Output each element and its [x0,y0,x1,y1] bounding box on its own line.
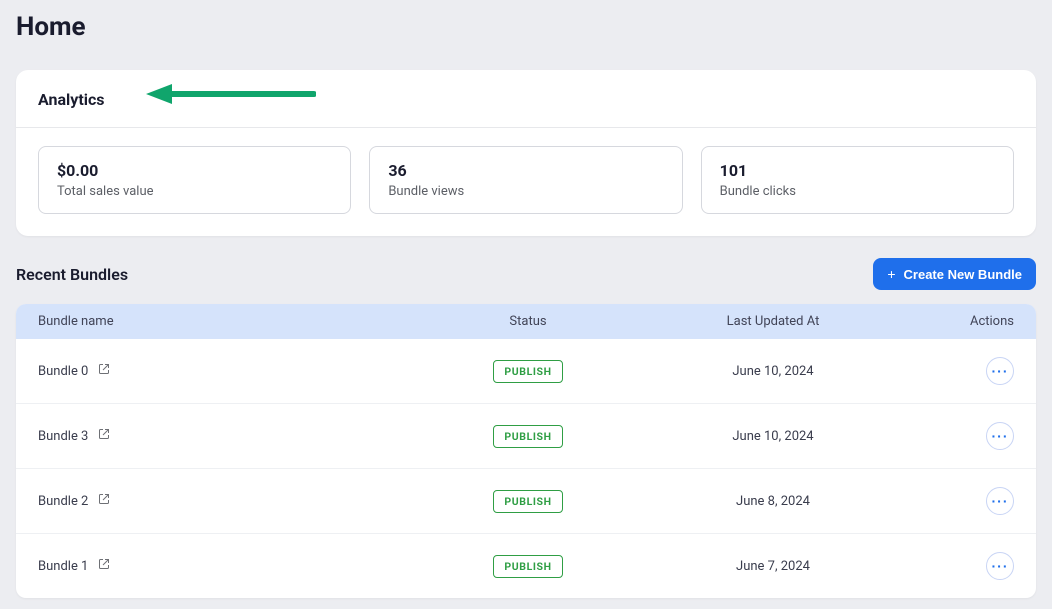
status-badge: PUBLISH [493,360,562,383]
metric-label: Bundle views [388,184,663,199]
metric-total-sales: $0.00 Total sales value [38,146,351,214]
more-horizontal-icon: ··· [992,429,1009,443]
bundle-name-link[interactable]: Bundle 0 [38,363,428,379]
recent-bundles-header: Recent Bundles + Create New Bundle [16,258,1036,290]
create-new-bundle-button[interactable]: + Create New Bundle [873,258,1036,290]
last-updated-cell: June 7, 2024 [628,559,918,574]
status-badge: PUBLISH [493,490,562,513]
status-cell: PUBLISH [428,425,628,448]
metrics-row: $0.00 Total sales value 36 Bundle views … [38,146,1014,214]
row-actions-button[interactable]: ··· [986,552,1014,580]
status-cell: PUBLISH [428,360,628,383]
col-header-bundle-name: Bundle name [38,314,428,329]
bundle-name-text: Bundle 1 [38,559,88,574]
actions-cell: ··· [918,357,1014,385]
last-updated-cell: June 8, 2024 [628,494,918,509]
bundle-name-link[interactable]: Bundle 1 [38,558,428,574]
table-row: Bundle 1 PUBLISH June 7, 2024 ··· [16,534,1036,598]
analytics-heading: Analytics [38,90,1014,127]
metric-value: 101 [720,161,995,180]
bundles-table: Bundle name Status Last Updated At Actio… [16,304,1036,598]
divider [16,127,1036,128]
more-horizontal-icon: ··· [992,559,1009,573]
metric-label: Total sales value [57,184,332,199]
metric-bundle-clicks: 101 Bundle clicks [701,146,1014,214]
external-link-icon [98,558,110,574]
metric-value: $0.00 [57,161,332,180]
metric-value: 36 [388,161,663,180]
analytics-card: Analytics $0.00 Total sales value 36 Bun… [16,70,1036,236]
external-link-icon [98,493,110,509]
table-row: Bundle 0 PUBLISH June 10, 2024 ··· [16,339,1036,404]
create-button-label: Create New Bundle [904,267,1022,282]
status-badge: PUBLISH [493,555,562,578]
external-link-icon [98,363,110,379]
bundle-name-link[interactable]: Bundle 3 [38,428,428,444]
recent-bundles-heading: Recent Bundles [16,265,128,284]
actions-cell: ··· [918,487,1014,515]
metric-bundle-views: 36 Bundle views [369,146,682,214]
bundle-name-text: Bundle 2 [38,494,88,509]
last-updated-cell: June 10, 2024 [628,429,918,444]
table-header-row: Bundle name Status Last Updated At Actio… [16,304,1036,339]
more-horizontal-icon: ··· [992,494,1009,508]
actions-cell: ··· [918,552,1014,580]
table-row: Bundle 3 PUBLISH June 10, 2024 ··· [16,404,1036,469]
bundle-name-text: Bundle 0 [38,364,88,379]
row-actions-button[interactable]: ··· [986,422,1014,450]
status-badge: PUBLISH [493,425,562,448]
bundle-name-link[interactable]: Bundle 2 [38,493,428,509]
last-updated-cell: June 10, 2024 [628,364,918,379]
col-header-status: Status [428,314,628,329]
col-header-actions: Actions [918,314,1014,329]
bundle-name-text: Bundle 3 [38,429,88,444]
page-title: Home [16,12,1036,42]
status-cell: PUBLISH [428,555,628,578]
external-link-icon [98,428,110,444]
plus-icon: + [887,266,895,282]
row-actions-button[interactable]: ··· [986,487,1014,515]
row-actions-button[interactable]: ··· [986,357,1014,385]
metric-label: Bundle clicks [720,184,995,199]
more-horizontal-icon: ··· [992,364,1009,378]
actions-cell: ··· [918,422,1014,450]
table-row: Bundle 2 PUBLISH June 8, 2024 ··· [16,469,1036,534]
col-header-updated: Last Updated At [628,314,918,329]
status-cell: PUBLISH [428,490,628,513]
